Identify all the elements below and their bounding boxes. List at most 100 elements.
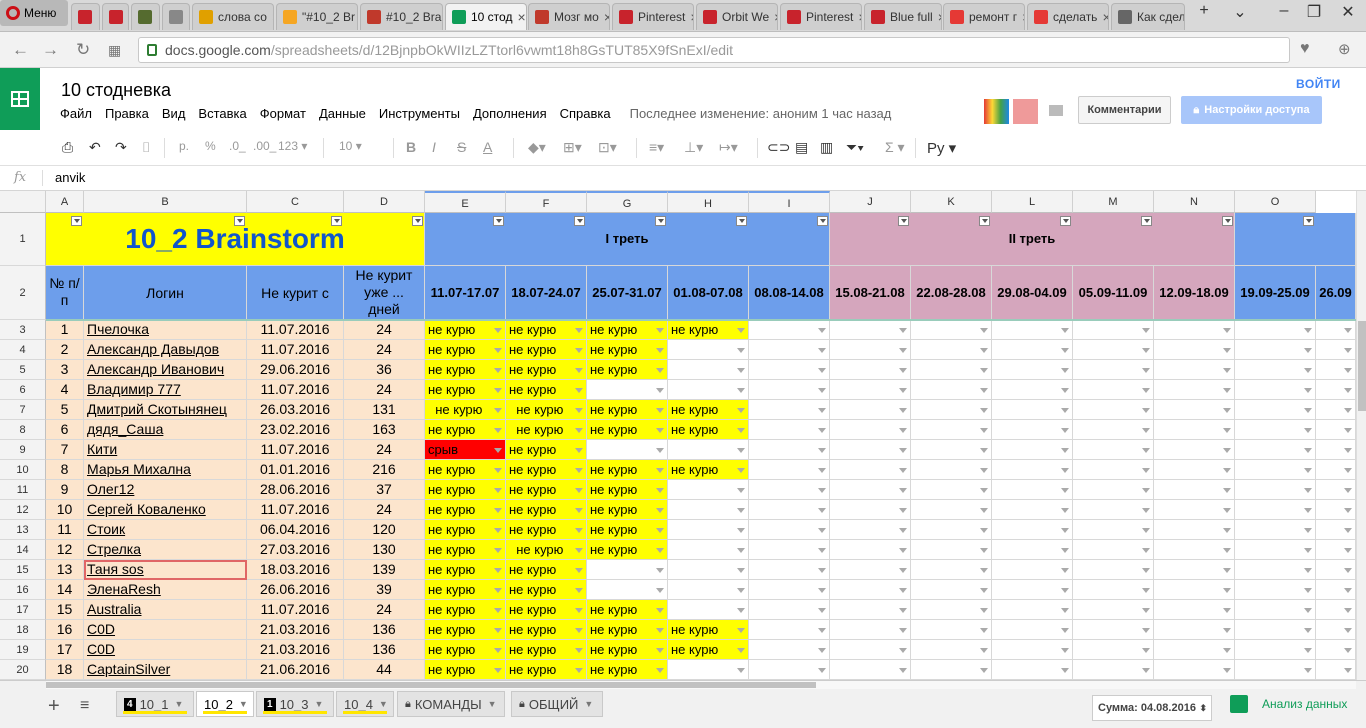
status-dropdown-cell[interactable]: [1073, 660, 1154, 680]
status-dropdown-cell[interactable]: [1154, 380, 1235, 400]
status-dropdown-cell[interactable]: [911, 500, 992, 520]
tab-menu-icon[interactable]: ⌄: [1226, 2, 1254, 22]
status-dropdown-cell[interactable]: [749, 560, 830, 580]
status-dropdown-cell[interactable]: [749, 480, 830, 500]
status-dropdown-cell[interactable]: срыв: [425, 440, 506, 460]
status-dropdown-cell[interactable]: не курю: [668, 420, 749, 440]
status-dropdown-cell[interactable]: [1073, 540, 1154, 560]
column-header[interactable]: I: [749, 191, 830, 213]
status-dropdown-cell[interactable]: [911, 660, 992, 680]
since-cell[interactable]: 18.03.2016: [247, 560, 344, 580]
close-window-button[interactable]: ✕: [1334, 2, 1362, 22]
maximize-button[interactable]: ❐: [1300, 2, 1328, 22]
status-dropdown-cell[interactable]: не курю: [587, 400, 668, 420]
status-dropdown-cell[interactable]: [992, 600, 1073, 620]
days-cell[interactable]: 139: [344, 560, 425, 580]
percent-button[interactable]: %: [205, 139, 216, 153]
status-dropdown-cell[interactable]: [1073, 380, 1154, 400]
days-cell[interactable]: 24: [344, 320, 425, 340]
sum-indicator[interactable]: Сумма: 04.08.2016 ⬍: [1092, 695, 1212, 721]
browser-menu-button[interactable]: Меню: [0, 0, 68, 26]
status-dropdown-cell[interactable]: [911, 620, 992, 640]
status-dropdown-cell[interactable]: [911, 640, 992, 660]
status-dropdown-cell[interactable]: [1316, 420, 1356, 440]
chat-icon[interactable]: [1049, 105, 1063, 116]
status-dropdown-cell[interactable]: [830, 480, 911, 500]
browser-tab[interactable]: [162, 3, 190, 30]
status-dropdown-cell[interactable]: не курю: [506, 660, 587, 680]
login-cell[interactable]: Стоик: [84, 520, 247, 540]
row-header[interactable]: 9: [0, 440, 46, 460]
filter-button-icon[interactable]: [71, 216, 82, 226]
browser-tab[interactable]: Pinterest ×: [780, 3, 862, 30]
week-header[interactable]: 05.09-11.09: [1073, 266, 1154, 320]
status-dropdown-cell[interactable]: [1316, 460, 1356, 480]
login-cell[interactable]: Владимир 777: [84, 380, 247, 400]
status-dropdown-cell[interactable]: [1154, 600, 1235, 620]
status-dropdown-cell[interactable]: [830, 340, 911, 360]
filter-button-icon[interactable]: [234, 216, 245, 226]
sheets-logo-icon[interactable]: [0, 68, 40, 130]
status-dropdown-cell[interactable]: [1235, 540, 1316, 560]
back-icon[interactable]: ←: [12, 40, 29, 60]
status-dropdown-cell[interactable]: [749, 440, 830, 460]
status-dropdown-cell[interactable]: [1073, 620, 1154, 640]
status-dropdown-cell[interactable]: [1235, 520, 1316, 540]
redo-icon[interactable]: ↷: [115, 139, 127, 156]
status-dropdown-cell[interactable]: [1235, 500, 1316, 520]
browser-tab[interactable]: Как сдела×: [1111, 3, 1185, 30]
increase-decimals-button[interactable]: .00_: [253, 139, 276, 153]
currency-button[interactable]: р.: [179, 139, 189, 153]
row-header[interactable]: 14: [0, 540, 46, 560]
status-dropdown-cell[interactable]: не курю: [506, 600, 587, 620]
filter-button-icon[interactable]: [736, 216, 747, 226]
status-dropdown-cell[interactable]: [668, 660, 749, 680]
status-dropdown-cell[interactable]: [830, 460, 911, 480]
status-dropdown-cell[interactable]: [1154, 360, 1235, 380]
status-dropdown-cell[interactable]: [1073, 500, 1154, 520]
align-icon[interactable]: ≡▾: [649, 139, 664, 156]
browser-tab[interactable]: Pinterest ×: [612, 3, 694, 30]
filter-button-icon[interactable]: [493, 216, 504, 226]
column-header[interactable]: O: [1235, 191, 1316, 213]
status-dropdown-cell[interactable]: [992, 500, 1073, 520]
chevron-down-icon[interactable]: ▼: [174, 699, 183, 709]
row-number[interactable]: 12: [46, 540, 84, 560]
status-dropdown-cell[interactable]: [1235, 380, 1316, 400]
status-dropdown-cell[interactable]: не курю: [506, 620, 587, 640]
status-dropdown-cell[interactable]: [992, 560, 1073, 580]
week-header[interactable]: 29.08-04.09: [992, 266, 1073, 320]
status-dropdown-cell[interactable]: не курю: [587, 660, 668, 680]
more-formats-button[interactable]: 123 ▾: [278, 139, 307, 153]
status-dropdown-cell[interactable]: не курю: [587, 640, 668, 660]
sheet-tab[interactable]: 10_4 ▼: [336, 691, 394, 717]
close-tab-icon[interactable]: ×: [517, 9, 525, 25]
status-dropdown-cell[interactable]: [911, 420, 992, 440]
merge-cells-icon[interactable]: ⊡▾: [598, 139, 617, 156]
status-dropdown-cell[interactable]: [911, 440, 992, 460]
browser-tab[interactable]: "#10_2 Br×: [276, 3, 358, 30]
since-cell[interactable]: 11.07.2016: [247, 500, 344, 520]
close-tab-icon[interactable]: ×: [272, 9, 273, 25]
status-dropdown-cell[interactable]: [1235, 560, 1316, 580]
status-dropdown-cell[interactable]: не курю: [425, 540, 506, 560]
login-cell[interactable]: Сергей Коваленко: [84, 500, 247, 520]
column-header[interactable]: L: [992, 191, 1073, 213]
status-dropdown-cell[interactable]: не курю: [506, 580, 587, 600]
reload-icon[interactable]: ↻: [76, 40, 90, 60]
status-dropdown-cell[interactable]: [1235, 620, 1316, 640]
explore-button[interactable]: Анализ данных: [1230, 695, 1347, 713]
filter-button-icon[interactable]: [1141, 216, 1152, 226]
login-cell[interactable]: Кити: [84, 440, 247, 460]
signin-link[interactable]: ВОЙТИ: [1296, 77, 1341, 91]
status-dropdown-cell[interactable]: [587, 560, 668, 580]
login-cell[interactable]: Марья Михална: [84, 460, 247, 480]
filter-button-icon[interactable]: [817, 216, 828, 226]
status-dropdown-cell[interactable]: [1154, 440, 1235, 460]
login-cell[interactable]: Australia: [84, 600, 247, 620]
status-dropdown-cell[interactable]: [1316, 560, 1356, 580]
week-header[interactable]: 19.09-25.09: [1235, 266, 1316, 320]
status-dropdown-cell[interactable]: [749, 540, 830, 560]
undo-icon[interactable]: ↶: [89, 139, 101, 156]
status-dropdown-cell[interactable]: не курю: [425, 360, 506, 380]
